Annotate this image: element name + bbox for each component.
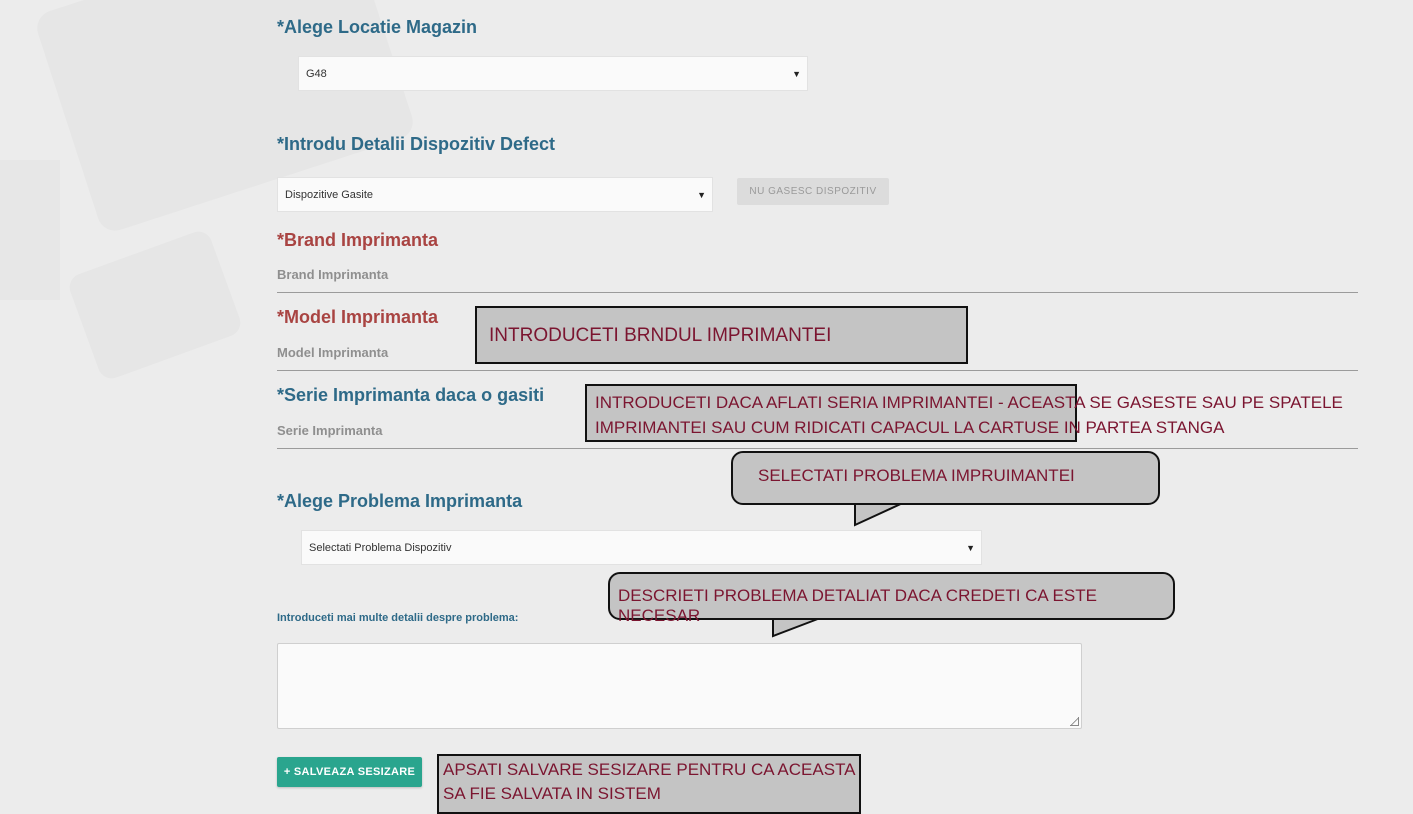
dropdown-arrow-icon: ▼ [697, 189, 706, 200]
problem-heading: *Alege Problema Imprimanta [277, 491, 523, 511]
brand-input[interactable]: Brand Imprimanta [277, 267, 388, 282]
store-location-select[interactable]: G48 ▼ [298, 56, 808, 91]
model-input-underline [277, 370, 1358, 371]
model-heading: *Model Imprimanta [277, 307, 439, 327]
callout-serial: INTRODUCETI DACA AFLATI SERIA IMPRIMANTE… [585, 384, 1343, 442]
callout-save-line2: SA FIE SALVATA IN SISTEM [443, 784, 661, 803]
save-button[interactable]: + SALVEAZA SESIZARE [277, 757, 422, 787]
serial-heading: *Serie Imprimanta daca o gasiti [277, 385, 545, 405]
device-details-heading: *Introdu Detalii Dispozitiv Defect [277, 134, 556, 154]
callout-brand-text: INTRODUCETI BRNDUL IMPRIMANTEI [489, 325, 832, 346]
callout-serial-line1: INTRODUCETI DACA AFLATI SERIA IMPRIMANTE… [595, 393, 1343, 412]
problem-select[interactable]: Selectati Problema Dispozitiv ▼ [301, 530, 982, 565]
callout-describe: DESCRIETI PROBLEMA DETALIAT DACA CREDETI… [608, 572, 1175, 625]
model-input[interactable]: Model Imprimanta [277, 345, 388, 360]
store-location-value: G48 [306, 67, 327, 80]
brand-input-underline [277, 292, 1358, 293]
background-camera-decoration [66, 228, 245, 383]
callout-problem: SELECTATI PROBLEMA IMPRUIMANTEI [731, 451, 1160, 505]
background-decoration [0, 160, 60, 300]
callout-brand: INTRODUCETI BRNDUL IMPRIMANTEI [475, 306, 968, 364]
resize-handle-icon[interactable] [1070, 717, 1079, 726]
device-select[interactable]: Dispozitive Gasite ▼ [277, 177, 713, 212]
callout-save: APSATI SALVARE SESIZARE PENTRU CA ACEAST… [437, 754, 861, 814]
serial-input[interactable]: Serie Imprimanta [277, 423, 383, 438]
serial-input-underline [277, 448, 1358, 449]
dropdown-arrow-icon: ▼ [966, 542, 975, 553]
callout-problem-text: SELECTATI PROBLEMA IMPRUIMANTEI [758, 466, 1075, 485]
store-location-heading: *Alege Locatie Magazin [277, 17, 478, 37]
brand-heading: *Brand Imprimanta [277, 230, 439, 250]
details-label: Introduceti mai multe detalii despre pro… [277, 612, 519, 624]
details-textarea[interactable] [277, 643, 1082, 729]
device-select-value: Dispozitive Gasite [285, 188, 374, 201]
callout-save-line1: APSATI SALVARE SESIZARE PENTRU CA ACEAST… [443, 760, 856, 779]
problem-select-value: Selectati Problema Dispozitiv [309, 541, 452, 554]
callout-serial-line2: IMPRIMANTEI SAU CUM RIDICATI CAPACUL LA … [595, 418, 1225, 437]
callout-describe-text: DESCRIETI PROBLEMA DETALIAT DACA CREDETI… [618, 586, 1097, 625]
dropdown-arrow-icon: ▼ [792, 68, 801, 79]
device-not-found-button[interactable]: NU GASESC DISPOZITIV [737, 178, 889, 205]
